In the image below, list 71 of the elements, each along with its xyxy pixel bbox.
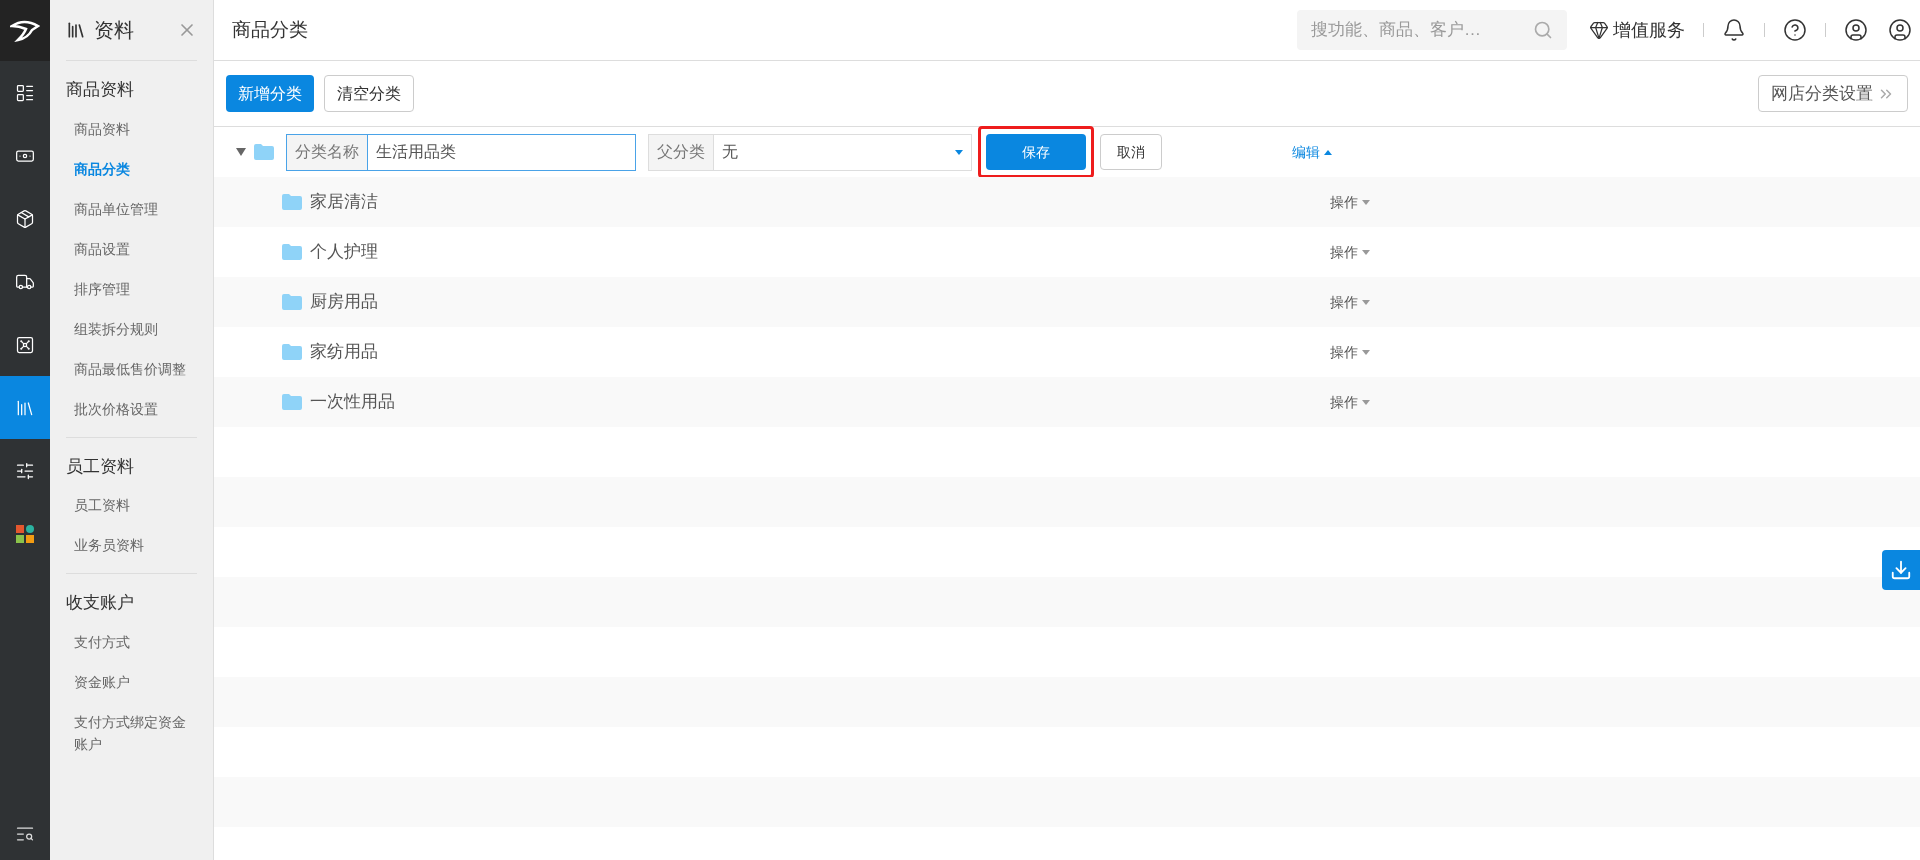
account-icon[interactable] [1888, 18, 1912, 42]
bell-icon[interactable] [1722, 18, 1746, 42]
folder-icon [282, 194, 302, 210]
category-name: 家纺用品 [310, 341, 379, 364]
cancel-button[interactable]: 取消 [1100, 134, 1162, 170]
books-icon [66, 20, 86, 40]
actions-dropdown[interactable]: 操作 [1330, 191, 1370, 213]
caret-icon [1362, 249, 1370, 255]
category-row[interactable]: 厨房用品 操作 [214, 277, 1920, 327]
expand-caret-icon[interactable] [236, 147, 246, 157]
category-name-field[interactable]: 生活用品类 [367, 133, 636, 171]
safe-icon [15, 334, 35, 355]
package-icon [15, 208, 35, 229]
clear-categories-button[interactable]: 清空分类 [324, 75, 414, 112]
category-name: 厨房用品 [310, 291, 379, 314]
sidebar-group-title: 员工资料 [66, 455, 135, 478]
sidebar-item[interactable]: 员工资料 [66, 485, 197, 525]
sidebar-item[interactable]: 支付方式 [66, 621, 197, 662]
caret-icon [1362, 349, 1370, 355]
folder-icon [254, 144, 274, 160]
sidebar-title: 资料 [94, 18, 135, 43]
add-category-button[interactable]: 新增分类 [226, 75, 314, 112]
sidebar-item[interactable]: 排序管理 [66, 268, 197, 309]
sidebar-item[interactable]: 支付方式绑定资金账户 [66, 701, 197, 764]
sidebar-group-title: 商品资料 [66, 79, 135, 101]
sidebar-item[interactable]: 资金账户 [66, 661, 197, 702]
select-value: 无 [721, 142, 739, 162]
category-name: 一次性用品 [310, 391, 396, 414]
sidebar-item[interactable]: 商品设置 [66, 228, 197, 269]
download-icon [1890, 559, 1912, 581]
user-icon[interactable] [1844, 18, 1868, 42]
sidebar-item[interactable]: 组装拆分规则 [66, 308, 197, 349]
help-icon[interactable] [1783, 18, 1807, 42]
caret-icon [1362, 199, 1370, 205]
page-title: 商品分类 [232, 17, 309, 42]
actions-dropdown[interactable]: 操作 [1330, 291, 1370, 313]
caret-icon [1362, 299, 1370, 305]
folder-icon [282, 294, 302, 310]
shop-category-settings-button[interactable]: 网店分类设置 [1758, 75, 1908, 112]
folder-icon [282, 244, 302, 260]
caret-icon [1324, 149, 1332, 155]
list-icon [15, 82, 35, 103]
category-row[interactable]: 家居清洁 操作 [214, 177, 1920, 227]
sidebar-item[interactable]: 商品最低售价调整 [66, 348, 197, 389]
sidebar-item[interactable]: 批次价格设置 [66, 388, 197, 429]
download-button[interactable] [1882, 550, 1920, 590]
sliders-icon [15, 460, 35, 481]
sidebar-item[interactable]: 商品资料 [66, 108, 197, 149]
logo-icon [10, 19, 40, 42]
actions-dropdown[interactable]: 操作 [1330, 391, 1370, 413]
sidebar-item[interactable]: 业务员资料 [66, 525, 197, 565]
category-name: 家居清洁 [310, 191, 379, 214]
category-row[interactable]: 一次性用品 操作 [214, 377, 1920, 427]
actions-dropdown[interactable]: 操作 [1330, 241, 1370, 263]
apps-icon [16, 524, 34, 543]
vip-link[interactable]: 增值服务 [1589, 16, 1685, 44]
caret-icon [1362, 399, 1370, 405]
parent-category-select[interactable]: 父分类 无 [648, 133, 972, 171]
actions-dropdown[interactable]: 操作 [1330, 341, 1370, 363]
field-label: 分类名称 [286, 133, 367, 171]
save-button[interactable]: 保存 [986, 134, 1086, 170]
field-label: 父分类 [649, 134, 714, 170]
sidebar-item[interactable]: 商品单位管理 [66, 188, 197, 229]
sidebar-group-title: 收支账户 [66, 592, 135, 614]
edit-link[interactable]: 编辑 [1292, 141, 1332, 163]
folder-icon [282, 394, 302, 410]
diamond-icon [1589, 20, 1609, 40]
dropdown-caret-icon [955, 149, 963, 155]
folder-icon [282, 344, 302, 360]
search-field[interactable]: 搜功能、商品、客户… [1297, 10, 1567, 50]
category-name: 个人护理 [310, 241, 379, 264]
